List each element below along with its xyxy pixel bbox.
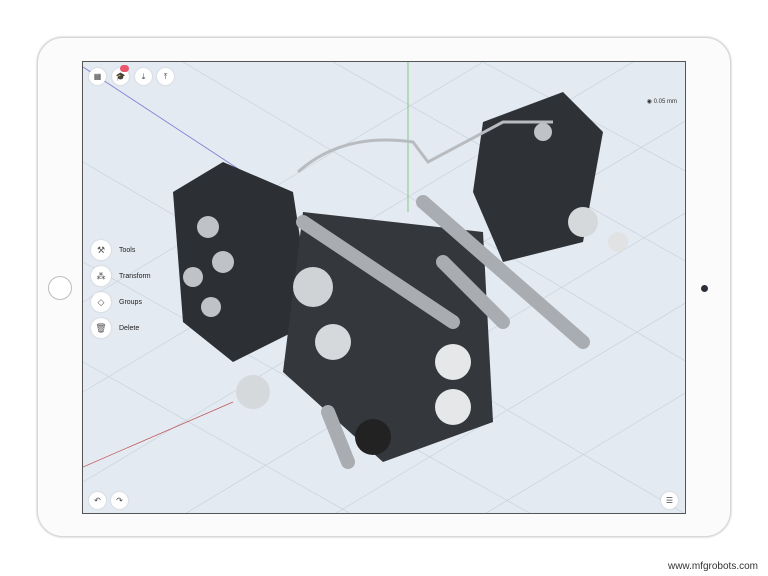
share-icon: ⤒ [163,71,168,81]
import-icon: ⤓ [141,71,146,81]
menu-label: Groups [119,298,142,306]
camera-icon [701,285,708,292]
wrench-icon: ⚒ [91,240,111,260]
engine-model [173,92,628,469]
layers-icon: ◇ [91,292,111,312]
home-button[interactable] [48,276,72,300]
grid-floor [83,62,685,513]
redo-button[interactable]: ↷ [111,492,128,509]
grid-icon: ▦ [93,72,102,81]
redo-icon: ↷ [116,496,123,505]
settings-icon: ☰ [665,496,674,505]
menu-label: Delete [119,324,140,332]
grid-menu-button[interactable]: ▦ [89,68,106,85]
menu-delete[interactable]: 🗑 Delete [91,318,139,338]
cad-viewport[interactable]: ▦ 🎓 ⤓ ⤒ ◉ 0.05 mm ⚒ Tools ⁂ Transform ◇ Gro… [82,61,686,514]
settings-button[interactable]: ☰ [661,492,678,509]
undo-button[interactable]: ↶ [89,492,106,509]
notification-badge [120,65,129,72]
menu-label: Transform [119,272,151,280]
trash-icon: 🗑 [91,318,111,338]
menu-tools[interactable]: ⚒ Tools [91,240,135,260]
menu-groups[interactable]: ◇ Groups [91,292,142,312]
undo-icon: ↶ [94,496,101,505]
learn-icon: 🎓 [115,72,126,81]
watermark: www.mfgrobots.com [667,561,758,572]
transform-icon: ⁂ [91,266,111,286]
share-button[interactable]: ⤒ [157,68,174,85]
menu-transform[interactable]: ⁂ Transform [91,266,151,286]
precision-value: 0.05 mm [653,99,677,105]
precision-readout: ◉ 0.05 mm [646,99,677,105]
import-button[interactable]: ⤓ [135,68,152,85]
menu-label: Tools [119,246,136,254]
